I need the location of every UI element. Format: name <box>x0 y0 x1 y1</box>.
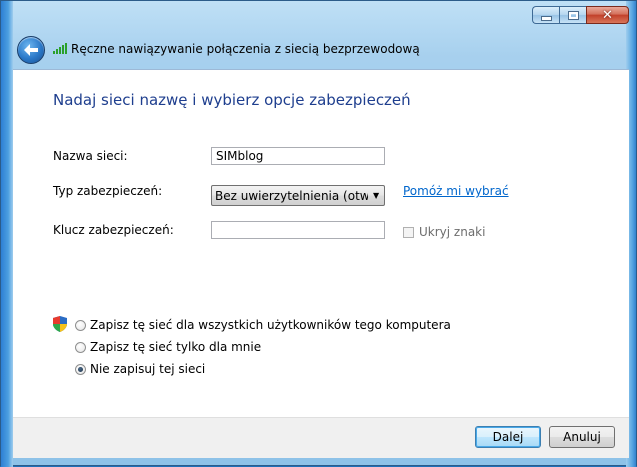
do-not-save-label: Nie zapisuj tej sieci <box>90 362 206 376</box>
wireless-signal-icon <box>53 42 69 54</box>
save-for-all-users-option[interactable]: Zapisz tę sieć dla wszystkich użytkownik… <box>75 318 451 332</box>
maximize-icon <box>567 10 579 20</box>
checkbox-box[interactable] <box>403 226 414 238</box>
close-button[interactable]: ✕ <box>586 6 629 24</box>
dialog-window: ✕ Ręczne nawiązywanie połączenia z sieci… <box>0 0 637 467</box>
security-key-label: Klucz zabezpieczeń: <box>53 223 174 237</box>
close-icon: ✕ <box>602 7 613 23</box>
window-frame-left <box>1 1 13 467</box>
chevron-down-icon: ▼ <box>372 191 380 200</box>
maximize-button[interactable] <box>559 6 586 24</box>
radio-save-for-all-users[interactable] <box>75 319 86 331</box>
nav-bar: Ręczne nawiązywanie połączenia z siecią … <box>13 33 628 69</box>
save-for-me-only-label: Zapisz tę sieć tylko dla mnie <box>90 340 262 354</box>
radio-do-not-save[interactable] <box>75 363 86 375</box>
wizard-content: Nadaj sieci nazwę i wybierz opcje zabezp… <box>13 69 629 418</box>
cancel-button[interactable]: Anuluj <box>549 426 615 448</box>
minimize-button[interactable] <box>532 6 559 24</box>
network-name-input[interactable]: SIMblog <box>211 147 385 165</box>
next-button[interactable]: Dalej <box>475 426 541 448</box>
security-type-value: Bez uwierzytelnienia (otwarte <box>215 188 369 203</box>
caption-buttons: ✕ <box>532 6 629 24</box>
back-button[interactable] <box>17 36 45 64</box>
security-type-label: Typ zabezpieczeń: <box>53 184 163 198</box>
page-heading: Nadaj sieci nazwę i wybierz opcje zabezp… <box>53 91 411 109</box>
back-arrow-icon <box>24 44 38 56</box>
save-for-me-only-option[interactable]: Zapisz tę sieć tylko dla mnie <box>75 340 261 354</box>
security-key-input[interactable] <box>211 221 385 239</box>
network-name-label: Nazwa sieci: <box>53 149 128 163</box>
minimize-icon <box>540 15 552 21</box>
do-not-save-option[interactable]: Nie zapisuj tej sieci <box>75 362 205 376</box>
help-me-choose-link[interactable]: Pomóż mi wybrać <box>403 184 509 198</box>
uac-shield-icon <box>53 316 67 332</box>
wizard-title: Ręczne nawiązywanie połączenia z siecią … <box>71 42 420 56</box>
radio-save-for-me-only[interactable] <box>75 341 86 353</box>
save-for-all-users-label: Zapisz tę sieć dla wszystkich użytkownik… <box>90 318 451 332</box>
hide-characters-label: Ukryj znaki <box>419 225 486 239</box>
security-type-select[interactable]: Bez uwierzytelnienia (otwarte ▼ <box>211 185 385 206</box>
hide-characters-checkbox[interactable]: Ukryj znaki <box>403 225 485 239</box>
button-bar: Dalej Anuluj <box>13 417 629 458</box>
